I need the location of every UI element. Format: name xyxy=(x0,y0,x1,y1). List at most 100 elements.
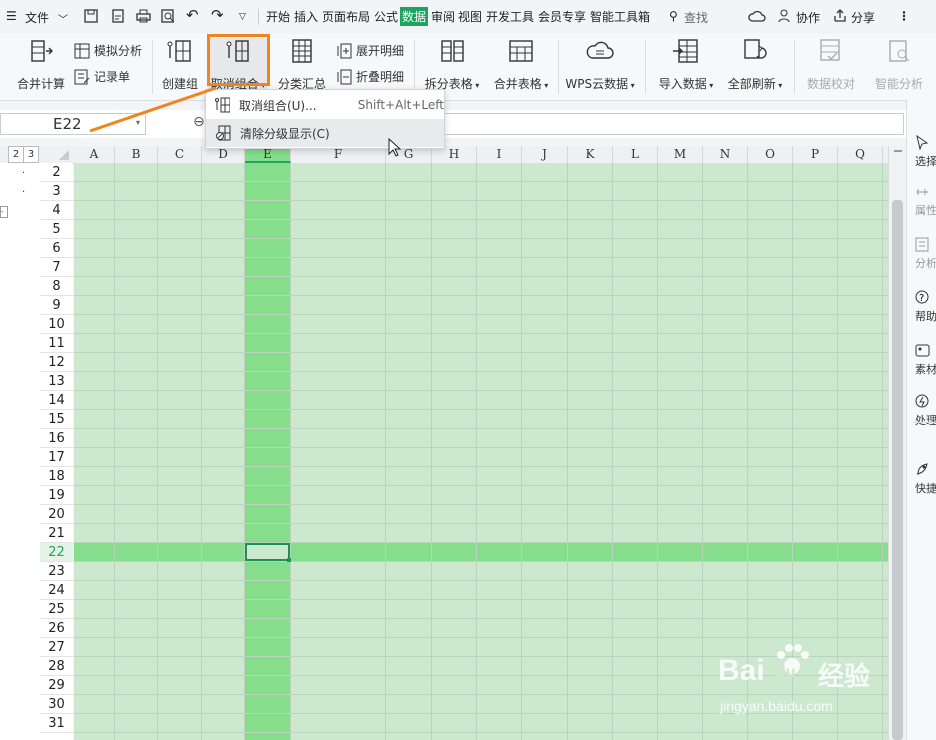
column-header-a[interactable]: A xyxy=(74,146,115,163)
more-icon[interactable]: ⋮ xyxy=(898,9,910,23)
row-header-28[interactable]: 28 xyxy=(40,657,73,676)
subtotal-button[interactable]: 分类汇总 xyxy=(276,38,328,92)
analysis-panel-item[interactable]: 分析 xyxy=(915,237,936,271)
column-header-b[interactable]: B xyxy=(115,146,158,163)
print-icon[interactable] xyxy=(136,9,151,23)
chevron-down-icon[interactable]: ▾ xyxy=(136,118,140,127)
select-all-corner[interactable] xyxy=(40,146,75,164)
tab-smart-toolbox[interactable]: 智能工具箱 xyxy=(590,8,650,25)
search-icon[interactable]: ⚲ xyxy=(669,9,678,23)
row-header-18[interactable]: 18 xyxy=(40,467,73,486)
help-panel-item[interactable]: ? 帮助 xyxy=(915,290,936,324)
data-check-button[interactable]: 数据校对 xyxy=(803,38,859,92)
row-header-2[interactable]: 2 xyxy=(40,163,73,182)
row-header-13[interactable]: 13 xyxy=(40,372,73,391)
undo-icon[interactable]: ↶ xyxy=(186,6,199,24)
row-header-15[interactable]: 15 xyxy=(40,410,73,429)
row-header-6[interactable]: 6 xyxy=(40,239,73,258)
vertical-scrollbar[interactable] xyxy=(888,146,907,740)
import-data-button[interactable]: 导入数据 ▾ xyxy=(655,38,717,92)
column-header-k[interactable]: K xyxy=(568,146,613,163)
column-header-j[interactable]: J xyxy=(522,146,568,163)
column-header-q[interactable]: Q xyxy=(838,146,883,163)
row-header-21[interactable]: 21 xyxy=(40,524,73,543)
share-icon[interactable] xyxy=(833,9,847,23)
redo-icon[interactable]: ↷ xyxy=(211,6,224,24)
column-header-i[interactable]: I xyxy=(477,146,522,163)
fill-handle[interactable] xyxy=(287,558,291,562)
column-header-l[interactable]: L xyxy=(613,146,658,163)
save-icon[interactable] xyxy=(84,9,98,23)
simulate-button[interactable]: 模拟分析 xyxy=(74,42,142,59)
column-header-c[interactable]: C xyxy=(158,146,202,163)
create-group-button[interactable]: 创建组 xyxy=(160,38,200,92)
tab-data[interactable]: 数据 xyxy=(400,7,429,26)
share-button[interactable]: 分享 xyxy=(851,9,875,26)
row-header-24[interactable]: 24 xyxy=(40,581,73,600)
row-header-30[interactable]: 30 xyxy=(40,695,73,714)
row-header-22[interactable]: 22 xyxy=(40,543,73,562)
row-header-16[interactable]: 16 xyxy=(40,429,73,448)
refresh-all-button[interactable]: 全部刷新 ▾ xyxy=(724,38,786,92)
customize-icon[interactable]: ▽ xyxy=(239,12,246,22)
row-header-10[interactable]: 10 xyxy=(40,315,73,334)
row-header-27[interactable]: 27 xyxy=(40,638,73,657)
outline-level-3[interactable]: 3 xyxy=(23,146,39,163)
row-header-14[interactable]: 14 xyxy=(40,391,73,410)
export-pdf-icon[interactable] xyxy=(111,9,125,23)
file-menu[interactable]: 文件 xyxy=(25,9,49,26)
menu-item-ungroup[interactable]: 取消组合(U)... Shift+Alt+Left xyxy=(206,91,444,119)
tab-insert[interactable]: 插入 xyxy=(294,8,318,25)
scroll-up-icon[interactable] xyxy=(894,150,902,157)
smart-analysis-button[interactable]: 智能分析 xyxy=(871,38,927,92)
collaborate-icon[interactable] xyxy=(778,9,792,23)
tab-view[interactable]: 视图 xyxy=(458,8,482,25)
collaborate-button[interactable]: 协作 xyxy=(796,9,820,26)
search-button[interactable]: 查找 xyxy=(684,9,708,26)
tab-member[interactable]: 会员专享 xyxy=(538,8,586,25)
row-header-17[interactable]: 17 xyxy=(40,448,73,467)
name-box[interactable]: E22 xyxy=(0,113,146,135)
row-header-7[interactable]: 7 xyxy=(40,258,73,277)
row-header-31[interactable]: 31 xyxy=(40,714,73,733)
zoom-function-icon[interactable]: ⊖ xyxy=(193,114,205,130)
tab-formula[interactable]: 公式 xyxy=(374,8,398,25)
outline-toggle[interactable]: - xyxy=(0,206,8,218)
row-header-26[interactable]: 26 xyxy=(40,619,73,638)
row-header-19[interactable]: 19 xyxy=(40,486,73,505)
row-header-25[interactable]: 25 xyxy=(40,600,73,619)
row-header-8[interactable]: 8 xyxy=(40,277,73,296)
chevron-down-icon[interactable]: ﹀ xyxy=(58,11,68,26)
active-cell[interactable] xyxy=(245,543,290,561)
expand-detail-button[interactable]: 展开明细 xyxy=(336,42,404,59)
collapse-detail-button[interactable]: 折叠明细 xyxy=(336,68,404,85)
record-form-button[interactable]: 记录单 xyxy=(74,68,130,85)
row-header-12[interactable]: 12 xyxy=(40,353,73,372)
row-header-11[interactable]: 11 xyxy=(40,334,73,353)
merge-calc-button[interactable]: 合并计算 xyxy=(15,38,67,92)
shortcut-panel-item[interactable]: 快捷 xyxy=(915,462,936,496)
properties-panel-item[interactable]: 属性 xyxy=(915,186,936,218)
wps-cloud-button[interactable]: WPS云数据 ▾ xyxy=(563,38,637,92)
row-header-4[interactable]: 4 xyxy=(40,201,73,220)
print-preview-icon[interactable] xyxy=(161,9,176,23)
column-header-p[interactable]: P xyxy=(793,146,838,163)
row-header-29[interactable]: 29 xyxy=(40,676,73,695)
row-header-5[interactable]: 5 xyxy=(40,220,73,239)
scrollbar-thumb[interactable] xyxy=(892,200,903,740)
row-header-3[interactable]: 3 xyxy=(40,182,73,201)
merge-table-button[interactable]: 合并表格 ▾ xyxy=(490,38,552,92)
tab-developer[interactable]: 开发工具 xyxy=(486,8,534,25)
outline-level-2[interactable]: 2 xyxy=(8,146,24,163)
column-header-m[interactable]: M xyxy=(658,146,703,163)
tab-home[interactable]: 开始 xyxy=(266,8,290,25)
cloud-sync-icon[interactable] xyxy=(748,9,766,23)
hamburger-icon[interactable]: ☰ xyxy=(6,9,17,23)
row-header-23[interactable]: 23 xyxy=(40,562,73,581)
menu-item-clear-outline[interactable]: 清除分级显示(C) xyxy=(206,119,444,147)
tab-page-layout[interactable]: 页面布局 xyxy=(322,8,370,25)
split-table-button[interactable]: 拆分表格 ▾ xyxy=(422,38,482,92)
column-header-n[interactable]: N xyxy=(703,146,748,163)
row-header-20[interactable]: 20 xyxy=(40,505,73,524)
tab-review[interactable]: 审阅 xyxy=(431,8,455,25)
